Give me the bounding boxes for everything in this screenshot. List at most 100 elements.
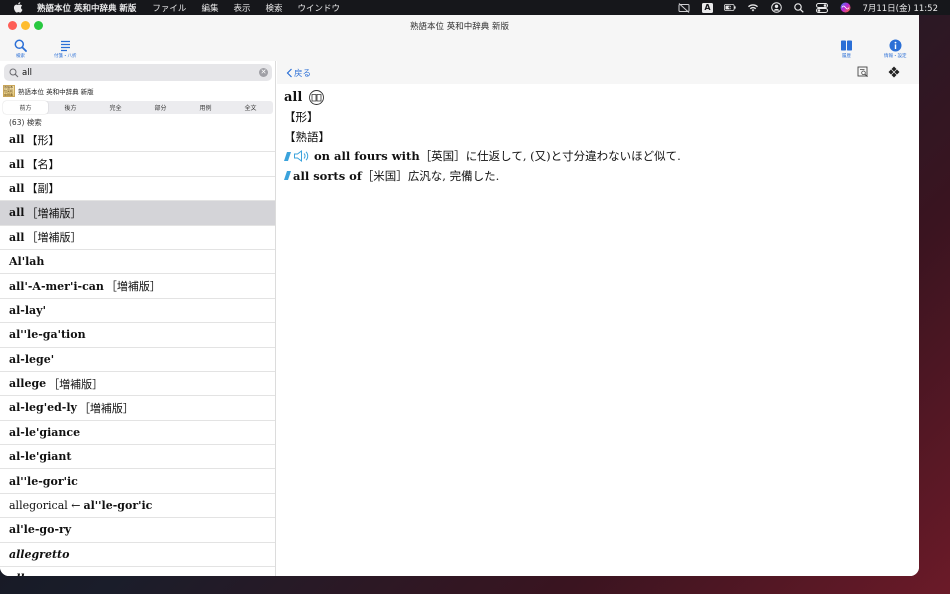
result-headword: al-lege' (9, 352, 55, 366)
screen-mirroring-off-icon[interactable] (678, 2, 690, 13)
result-row[interactable]: all 【副】 (0, 177, 275, 202)
result-row[interactable]: al-le'giant (0, 445, 275, 470)
result-tag: 【形】 (26, 133, 60, 147)
bookmarks-tool-button[interactable]: 付箋・八折 (54, 39, 77, 59)
result-tag: 【副】 (26, 182, 60, 196)
search-field-container[interactable]: all ✕ (4, 64, 272, 81)
result-row[interactable]: allegro (0, 567, 275, 576)
search-mode-example[interactable]: 用例 (183, 101, 228, 114)
result-row[interactable]: al-lege' (0, 348, 275, 372)
entry-content: all 【形】 【熟語】 on all fours with ［英国］ に仕返し… (284, 88, 681, 186)
back-button[interactable]: 戻る (286, 67, 311, 79)
menu-app-name[interactable]: 熟語本位 英和中辞典 新版 (37, 2, 136, 14)
idiom-definition: 広汎な, 完備した. (407, 168, 500, 183)
idiom-marker-icon (284, 151, 291, 161)
note-search-icon[interactable] (857, 66, 869, 78)
menu-search[interactable]: 検索 (265, 2, 282, 14)
app-window: 熟語本位 英和中辞典 新版 検索 付箋・八折 履歴 情報・設定 all ✕ 熟語… (0, 15, 919, 576)
result-headword: al''le-gor'ic (83, 499, 153, 513)
apple-menu-icon[interactable] (13, 2, 26, 13)
menu-file[interactable]: ファイル (152, 2, 186, 14)
result-headword: al-leg'ed-ly (9, 401, 77, 415)
result-row[interactable]: al-le'giance (0, 421, 275, 446)
result-row[interactable]: al-leg'ed-ly ［増補版］ (0, 396, 275, 421)
idiom-region: ［英国］ (419, 149, 466, 164)
idiom-phrase: all sorts of (293, 168, 362, 183)
chevron-left-icon (286, 68, 292, 78)
result-row[interactable]: all ［増補版］ (0, 226, 275, 250)
control-center-icon[interactable] (816, 2, 829, 13)
search-tool-button[interactable]: 検索 (14, 39, 27, 59)
result-row[interactable]: allege ［増補版］ (0, 372, 275, 397)
toolbar: 検索 付箋・八折 履歴 情報・設定 (0, 36, 919, 61)
result-row[interactable]: al''le-ga'tion (0, 323, 275, 348)
result-headword: allegro (9, 572, 52, 576)
info-tool-button[interactable]: 情報・設定 (884, 39, 907, 59)
idiom-phrase: on all fours with (314, 149, 420, 164)
search-mode-fulltext[interactable]: 全文 (228, 101, 273, 114)
info-tool-label: 情報・設定 (884, 54, 907, 59)
open-book-icon[interactable] (308, 90, 325, 106)
result-row[interactable]: all 【形】 (0, 128, 275, 153)
result-variant-prefix: allegorical ← (9, 499, 81, 513)
entry-headword: all (284, 90, 303, 106)
input-source-icon[interactable]: A (701, 2, 713, 13)
result-headword: all (9, 181, 25, 195)
idiom-definition: に仕返して, (又)と寸分違わないほど似て. (465, 149, 681, 164)
result-headword: all (9, 133, 25, 147)
history-tool-button[interactable]: 履歴 (840, 39, 853, 59)
result-row[interactable]: al'le-go-ry (0, 518, 275, 543)
menu-window[interactable]: ウインドウ (297, 2, 340, 14)
spotlight-search-icon[interactable] (793, 2, 805, 13)
result-headword: al-le'giance (9, 425, 81, 439)
result-headword: allegretto (9, 547, 70, 561)
dictionary-thumbnail: 熟語本位英和中辞典 (3, 85, 15, 97)
result-headword: all (9, 157, 25, 171)
menu-extras: A 7月11日(金) 11:52 (678, 0, 950, 15)
result-row[interactable]: all 【名】 (0, 152, 275, 177)
sidebar: all ✕ 熟語本位英和中辞典 熟語本位 英和中辞典 新版 前方 後方 完全 部… (0, 61, 276, 576)
result-headword: Al'lah (9, 255, 45, 269)
minimize-window-button[interactable] (21, 21, 30, 30)
result-headword: all (9, 230, 25, 244)
menu-view[interactable]: 表示 (233, 2, 250, 14)
clear-search-icon[interactable]: ✕ (259, 68, 268, 77)
result-tag: ［増補版］ (26, 231, 82, 245)
detail-toolbar: 戻る (277, 61, 919, 84)
search-icon (14, 39, 27, 52)
speaker-icon[interactable] (293, 150, 311, 163)
search-tool-label: 検索 (16, 54, 25, 59)
navigation-diamond-icon[interactable] (888, 66, 900, 78)
result-tag: 【名】 (26, 158, 60, 172)
bookmarks-tool-label: 付箋・八折 (54, 54, 77, 59)
dictionary-selector[interactable]: 熟語本位英和中辞典 熟語本位 英和中辞典 新版 (0, 84, 275, 98)
menu-edit[interactable]: 編集 (201, 2, 218, 14)
search-mode-prefix[interactable]: 前方 (3, 101, 48, 114)
close-window-button[interactable] (8, 21, 17, 30)
result-row[interactable]: al-lay' (0, 299, 275, 324)
result-headword: al''le-gor'ic (9, 474, 78, 488)
result-headword: al-le'giant (9, 450, 72, 464)
search-mode-partial[interactable]: 部分 (138, 101, 183, 114)
result-row[interactable]: Al'lah (0, 250, 275, 275)
result-row[interactable]: all'-A-mer'i-can ［増補版］ (0, 274, 275, 299)
result-tag: ［増補版］ (48, 377, 104, 391)
result-row[interactable]: allegretto (0, 543, 275, 568)
battery-icon[interactable] (724, 2, 737, 13)
search-mode-suffix[interactable]: 後方 (48, 101, 93, 114)
search-input[interactable]: all (22, 68, 32, 78)
result-row[interactable]: allegorical ← al''le-gor'ic (0, 494, 275, 519)
result-tag: ［増補版］ (78, 401, 134, 415)
list-icon (60, 40, 70, 52)
dictionary-name: 熟語本位 英和中辞典 新版 (18, 88, 94, 96)
siri-icon[interactable] (839, 2, 851, 13)
result-row[interactable]: all ［増補版］ (0, 201, 275, 226)
zoom-window-button[interactable] (34, 21, 43, 30)
result-row[interactable]: al''le-gor'ic (0, 469, 275, 494)
result-headword: al-lay' (9, 303, 46, 317)
menu-clock[interactable]: 7月11日(金) 11:52 (862, 2, 938, 14)
search-mode-exact[interactable]: 完全 (93, 101, 138, 114)
entry-section-heading: 【熟語】 (284, 129, 330, 144)
wifi-icon[interactable] (747, 2, 759, 13)
user-account-icon[interactable] (770, 2, 782, 13)
